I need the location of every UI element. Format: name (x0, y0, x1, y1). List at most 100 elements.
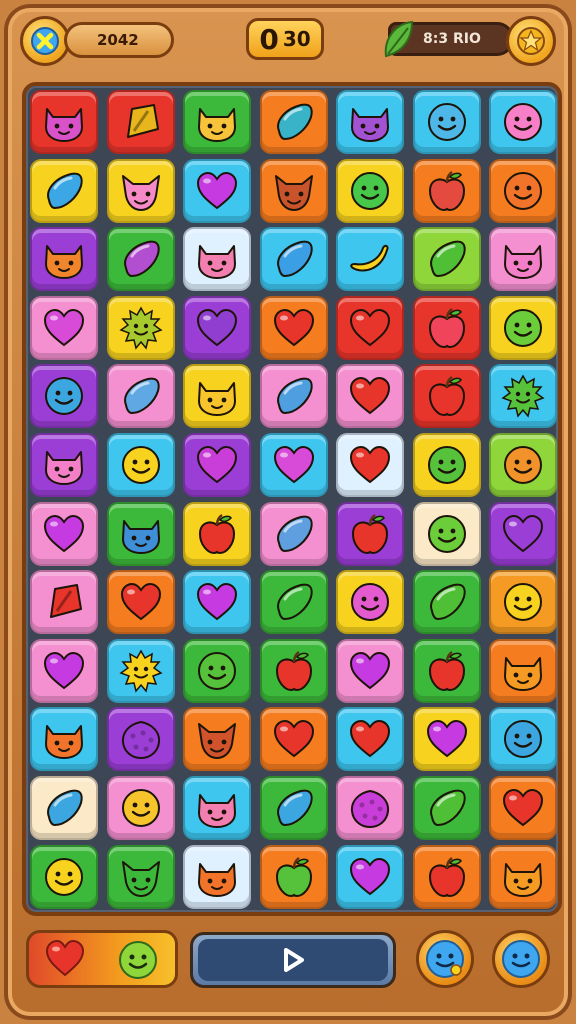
close-button[interactable] (20, 16, 70, 66)
game-tile[interactable] (336, 364, 404, 429)
game-tile[interactable] (183, 501, 251, 566)
game-tile[interactable] (183, 227, 251, 292)
game-tile[interactable] (336, 432, 404, 497)
game-tile[interactable] (336, 227, 404, 292)
game-tile[interactable] (106, 570, 175, 635)
game-board (22, 82, 562, 916)
game-tile[interactable] (412, 638, 481, 703)
game-tile[interactable] (489, 227, 557, 292)
game-tile[interactable] (336, 90, 404, 154)
game-tile[interactable] (30, 570, 98, 635)
game-tile[interactable] (30, 775, 98, 840)
heart-icon (196, 171, 238, 209)
game-tile[interactable] (412, 432, 481, 497)
play-button[interactable] (190, 932, 396, 988)
game-tile[interactable] (336, 501, 404, 566)
game-tile[interactable] (259, 844, 328, 909)
game-tile[interactable] (489, 844, 557, 909)
score-small: 30 (282, 27, 311, 51)
game-tile[interactable] (259, 90, 328, 154)
game-tile[interactable] (489, 775, 557, 840)
game-tile[interactable] (183, 775, 251, 840)
game-tile[interactable] (489, 501, 557, 566)
game-tile[interactable] (412, 775, 481, 840)
game-tile[interactable] (259, 775, 328, 840)
game-tile[interactable] (259, 570, 328, 635)
game-tile[interactable] (336, 638, 404, 703)
game-tile[interactable] (412, 570, 481, 635)
game-tile[interactable] (106, 90, 175, 154)
game-tile[interactable] (106, 432, 175, 497)
game-tile[interactable] (489, 638, 557, 703)
cat-face-icon (504, 862, 542, 897)
game-tile[interactable] (259, 158, 328, 223)
smiley-icon (504, 171, 542, 210)
game-tile[interactable] (30, 501, 98, 566)
game-tile[interactable] (106, 844, 175, 909)
game-tile[interactable] (30, 295, 98, 360)
game-tile[interactable] (412, 90, 481, 154)
game-tile[interactable] (259, 432, 328, 497)
game-tile[interactable] (336, 844, 404, 909)
game-tile[interactable] (259, 227, 328, 292)
game-tile[interactable] (259, 295, 328, 360)
game-tile[interactable] (336, 295, 404, 360)
game-tile[interactable] (259, 707, 328, 772)
game-tile[interactable] (489, 707, 557, 772)
game-tile[interactable] (259, 364, 328, 429)
game-tile[interactable] (259, 501, 328, 566)
game-tile[interactable] (183, 432, 251, 497)
game-tile[interactable] (489, 570, 557, 635)
game-tile[interactable] (106, 158, 175, 223)
game-tile[interactable] (183, 90, 251, 154)
game-tile[interactable] (30, 707, 98, 772)
game-tile[interactable] (183, 570, 251, 635)
game-tile[interactable] (336, 570, 404, 635)
game-tile[interactable] (30, 90, 98, 154)
game-tile[interactable] (489, 90, 557, 154)
game-tile[interactable] (30, 364, 98, 429)
game-tile[interactable] (30, 638, 98, 703)
game-tile[interactable] (259, 638, 328, 703)
game-tile[interactable] (106, 638, 175, 703)
smiley-icon (351, 171, 389, 210)
game-tile[interactable] (106, 775, 175, 840)
game-tile[interactable] (412, 501, 481, 566)
game-tile[interactable] (30, 844, 98, 909)
game-tile[interactable] (106, 707, 175, 772)
game-tile[interactable] (489, 158, 557, 223)
game-tile[interactable] (336, 775, 404, 840)
game-tile[interactable] (106, 295, 175, 360)
heart-icon (349, 377, 391, 415)
game-tile[interactable] (183, 638, 251, 703)
game-tile[interactable] (489, 295, 557, 360)
game-tile[interactable] (106, 364, 175, 429)
game-tile[interactable] (183, 844, 251, 909)
heart-icon (349, 651, 391, 690)
game-tile[interactable] (489, 432, 557, 497)
game-tile[interactable] (412, 364, 481, 429)
smiley-face-icon (502, 940, 540, 978)
game-tile[interactable] (412, 844, 481, 909)
game-tile[interactable] (412, 158, 481, 223)
coin-button[interactable] (506, 16, 556, 66)
game-tile[interactable] (336, 158, 404, 223)
game-tile[interactable] (30, 158, 98, 223)
game-tile[interactable] (412, 295, 481, 360)
shuffle-button[interactable] (492, 930, 550, 988)
smiley-icon (119, 941, 157, 979)
game-tile[interactable] (183, 364, 251, 429)
game-tile[interactable] (106, 227, 175, 292)
heart-icon (502, 514, 544, 552)
hint-button[interactable] (416, 930, 474, 988)
game-tile[interactable] (106, 501, 175, 566)
game-tile[interactable] (412, 707, 481, 772)
game-tile[interactable] (183, 295, 251, 360)
game-tile[interactable] (183, 158, 251, 223)
game-tile[interactable] (30, 432, 98, 497)
game-tile[interactable] (30, 227, 98, 292)
game-tile[interactable] (412, 227, 481, 292)
game-tile[interactable] (489, 364, 557, 429)
game-tile[interactable] (183, 707, 251, 772)
game-tile[interactable] (336, 707, 404, 772)
